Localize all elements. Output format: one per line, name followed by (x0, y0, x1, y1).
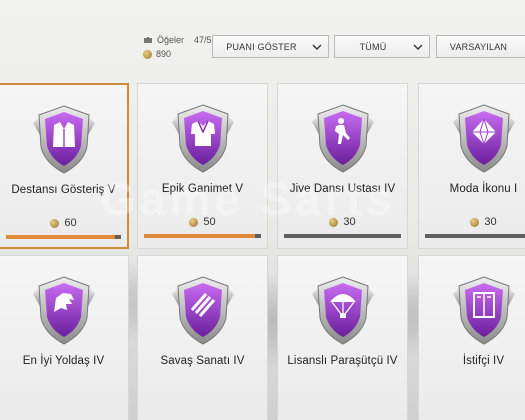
achievement-card[interactable]: Lisanslı Paraşütçü IV (277, 255, 408, 420)
achievement-badge (308, 274, 378, 348)
top-bar: Öğeler 47/59 890 PUANI GÖSTER TÜMÜ VARSA… (0, 28, 525, 62)
order-dropdown[interactable]: VARSAYILAN (436, 35, 525, 58)
achievement-badge (449, 274, 519, 348)
achievement-name: Jive Dansı Ustası IV (289, 183, 396, 195)
achievement-badge (29, 274, 99, 348)
points-value: 30 (484, 216, 497, 228)
achievement-card[interactable]: Savaş Sanatı IV (137, 255, 268, 420)
achievement-points: 30 (419, 216, 525, 228)
achievement-points: 30 (278, 216, 407, 228)
achievement-name: Savaş Sanatı IV (160, 355, 245, 367)
chevron-down-icon (413, 44, 423, 50)
coin-icon (189, 217, 199, 227)
achievement-name: İstifçi IV (462, 355, 505, 367)
achievement-card[interactable]: Moda İkonu I 30 (418, 83, 525, 249)
chevron-down-icon (312, 44, 322, 50)
points-value: 30 (343, 216, 356, 228)
sort-dropdown-label: PUANI GÖSTER (226, 41, 297, 52)
achievement-card[interactable]: En İyi Yoldaş IV (0, 255, 129, 420)
coin-balance: 890 (156, 49, 172, 59)
sort-dropdown[interactable]: PUANI GÖSTER (212, 35, 329, 58)
achievement-name: Moda İkonu I (449, 183, 518, 195)
achievement-name: Epik Ganimet V (161, 183, 244, 195)
achievement-card[interactable]: Jive Dansı Ustası IV 30 (277, 83, 408, 249)
coin-icon (143, 49, 152, 59)
achievement-progress-bar (144, 234, 261, 238)
puzzle-icon (144, 37, 152, 43)
achievement-badge (168, 102, 238, 176)
points-value: 50 (203, 216, 216, 228)
filter-dropdown[interactable]: TÜMÜ (334, 35, 430, 58)
progress-fill (6, 235, 116, 239)
points-value: 60 (64, 217, 77, 229)
achievement-name: Lisanslı Paraşütçü IV (287, 355, 398, 367)
coin-icon (50, 218, 60, 228)
achievement-badge (29, 103, 99, 177)
coin-icon (329, 217, 339, 227)
achievement-progress-bar (284, 234, 401, 238)
coin-icon (470, 217, 480, 227)
achievement-points: 50 (138, 216, 267, 228)
collection-stats: Öğeler 47/59 890 (143, 34, 217, 60)
progress-fill (144, 234, 256, 238)
achievement-card[interactable]: Epik Ganimet V 50 (137, 83, 268, 249)
achievement-card[interactable]: Destansı Gösteriş V 60 (0, 83, 129, 249)
achievement-card[interactable]: İstifçi IV (418, 255, 525, 420)
achievement-progress-bar (6, 235, 121, 239)
achievement-progress-bar (425, 234, 525, 238)
achievement-name: Destansı Gösteriş V (11, 184, 116, 196)
items-label: Öğeler (157, 35, 185, 45)
achievement-name: En İyi Yoldaş IV (22, 355, 105, 367)
achievement-badge (308, 102, 378, 176)
achievement-badge (168, 274, 238, 348)
achievement-points: 60 (0, 217, 127, 229)
achievement-badge (449, 102, 519, 176)
order-dropdown-label: VARSAYILAN (449, 41, 508, 52)
filter-dropdown-label: TÜMÜ (359, 41, 387, 52)
